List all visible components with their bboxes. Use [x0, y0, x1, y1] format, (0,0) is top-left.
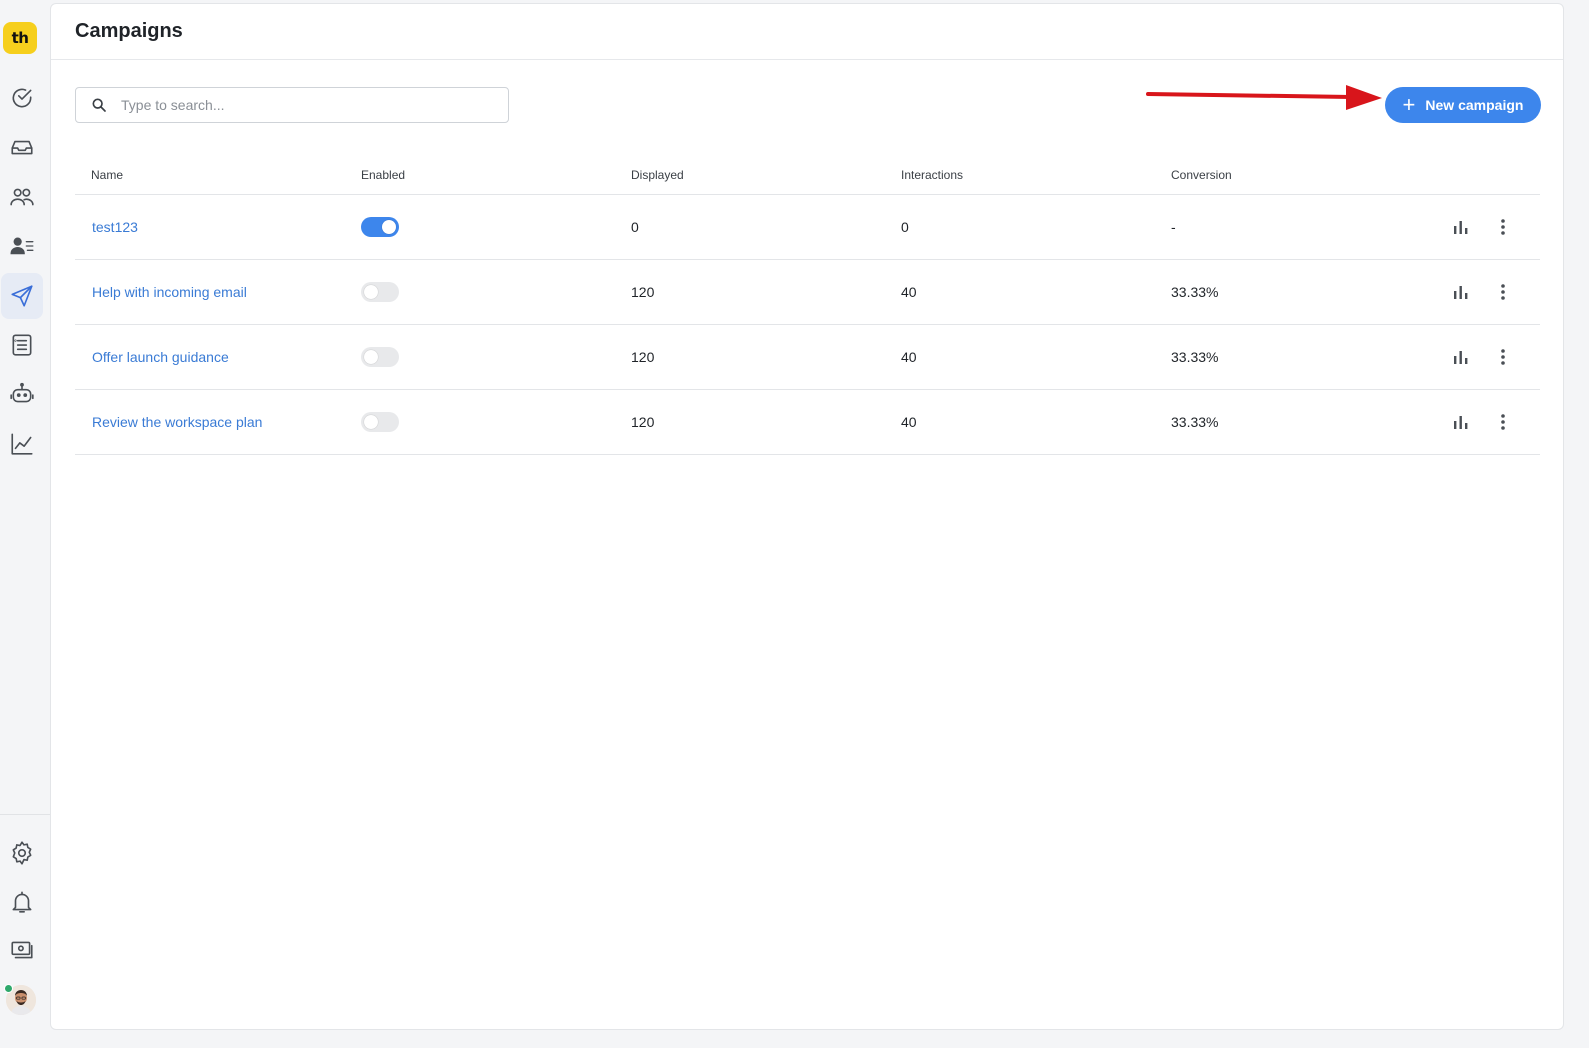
toggle-knob [364, 415, 378, 429]
sidebar-item-analytics[interactable] [1, 421, 43, 467]
enabled-toggle[interactable] [361, 412, 399, 432]
campaign-name-link[interactable]: test123 [92, 219, 138, 235]
new-campaign-button[interactable]: + New campaign [1385, 87, 1541, 123]
sidebar-item-notifications[interactable] [1, 879, 43, 925]
sidebar-item-tasks[interactable] [1, 75, 43, 121]
bar-chart-icon[interactable] [1451, 282, 1471, 302]
sidebar-item-inbox[interactable] [1, 124, 43, 170]
sidebar-item-visitors[interactable] [1, 174, 43, 220]
column-header-interactions[interactable]: Interactions [901, 168, 963, 182]
annotation-arrow [1146, 85, 1382, 110]
more-vertical-icon[interactable] [1493, 347, 1513, 367]
new-campaign-label: New campaign [1425, 97, 1524, 113]
online-status-dot [4, 984, 13, 993]
sidebar-item-contacts[interactable] [1, 223, 43, 269]
chart-line-icon [11, 433, 33, 455]
enabled-toggle[interactable] [361, 282, 399, 302]
displayed-value: 120 [631, 349, 655, 365]
main-panel: Campaigns + New campaign Name Enabled Di… [50, 3, 1564, 1030]
bar-chart-icon[interactable] [1451, 217, 1471, 237]
sidebar-item-knowledge[interactable] [1, 322, 43, 368]
table-row: Offer launch guidance 120 40 33.33% [75, 325, 1540, 390]
list-icon [12, 334, 32, 356]
sidebar-item-settings[interactable] [1, 830, 43, 876]
interactions-value: 40 [901, 284, 917, 300]
column-header-name[interactable]: Name [91, 168, 123, 182]
search-box[interactable] [75, 87, 509, 123]
inbox-icon [11, 140, 33, 155]
conversion-value: 33.33% [1171, 349, 1219, 365]
enabled-toggle[interactable] [361, 217, 399, 237]
robot-icon [10, 382, 34, 403]
conversion-value: 33.33% [1171, 414, 1219, 430]
table-row: test123 0 0 - [75, 195, 1540, 260]
displayed-value: 0 [631, 219, 639, 235]
logo-text: th [11, 29, 29, 47]
bar-chart-icon[interactable] [1451, 412, 1471, 432]
more-vertical-icon[interactable] [1493, 282, 1513, 302]
interactions-value: 0 [901, 219, 909, 235]
column-header-conversion[interactable]: Conversion [1171, 168, 1232, 182]
bar-chart-icon[interactable] [1451, 347, 1471, 367]
column-header-displayed[interactable]: Displayed [631, 168, 684, 182]
more-vertical-icon[interactable] [1493, 217, 1513, 237]
displayed-value: 120 [631, 284, 655, 300]
campaign-name-link[interactable]: Review the workspace plan [92, 414, 262, 430]
sidebar-item-bots[interactable] [1, 371, 43, 417]
sidebar-item-campaigns[interactable] [1, 273, 43, 319]
interactions-value: 40 [901, 349, 917, 365]
conversion-value: - [1171, 219, 1176, 235]
send-icon [11, 285, 33, 307]
page-title: Campaigns [75, 20, 183, 42]
search-icon [92, 98, 106, 112]
toggle-knob [364, 285, 378, 299]
toggle-knob [364, 350, 378, 364]
search-input[interactable] [121, 97, 501, 113]
sidebar-item-billing[interactable] [1, 927, 43, 973]
users-icon [10, 188, 34, 206]
check-circle-icon [12, 88, 32, 108]
plus-icon: + [1402, 92, 1416, 117]
gear-icon [12, 841, 32, 865]
campaign-name-link[interactable]: Offer launch guidance [92, 349, 229, 365]
interactions-value: 40 [901, 414, 917, 430]
bell-icon [12, 891, 32, 913]
money-icon [11, 941, 33, 959]
sidebar: th [0, 0, 50, 1048]
campaign-name-link[interactable]: Help with incoming email [92, 284, 247, 300]
more-vertical-icon[interactable] [1493, 412, 1513, 432]
enabled-toggle[interactable] [361, 347, 399, 367]
displayed-value: 120 [631, 414, 655, 430]
campaigns-table: Name Enabled Displayed Interactions Conv… [75, 154, 1540, 455]
sidebar-divider [0, 814, 50, 815]
app-logo[interactable]: th [3, 22, 37, 54]
conversion-value: 33.33% [1171, 284, 1219, 300]
page-header: Campaigns [51, 4, 1563, 60]
table-row: Help with incoming email 120 40 33.33% [75, 260, 1540, 325]
table-row: Review the workspace plan 120 40 33.33% [75, 390, 1540, 455]
column-header-enabled[interactable]: Enabled [361, 168, 405, 182]
table-header: Name Enabled Displayed Interactions Conv… [75, 154, 1540, 195]
contacts-icon [10, 237, 34, 255]
toggle-knob [382, 220, 396, 234]
